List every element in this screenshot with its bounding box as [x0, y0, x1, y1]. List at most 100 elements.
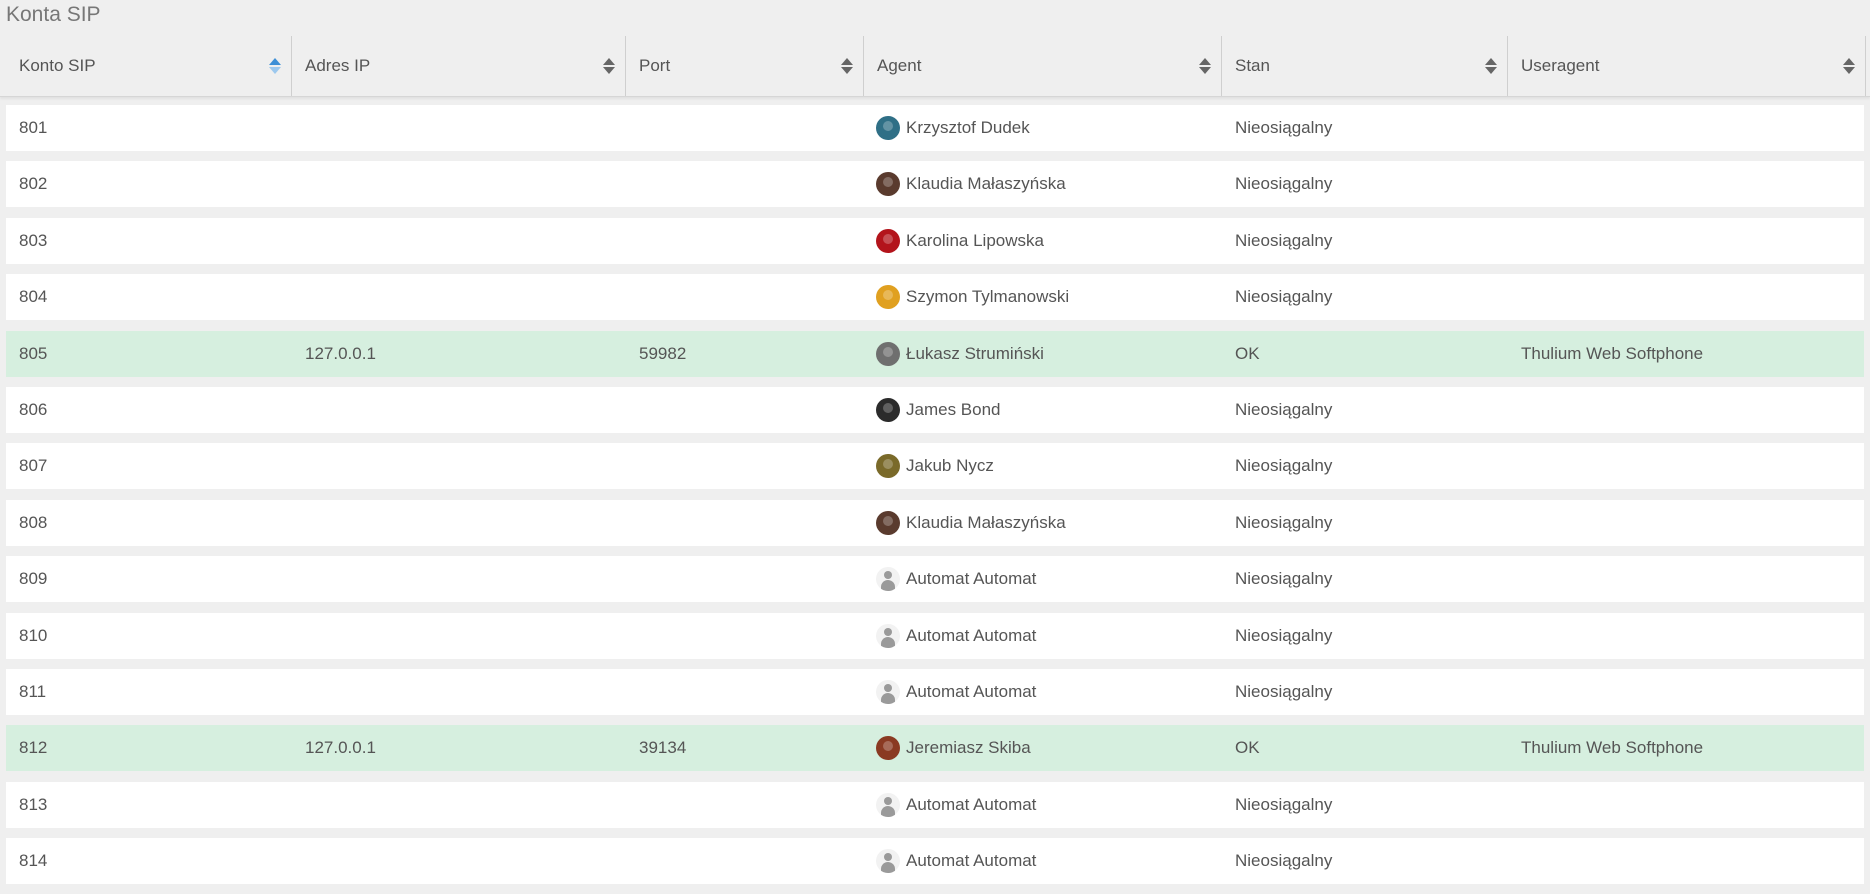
cell-state: Nieosiągalny — [1235, 625, 1333, 645]
cell-agent[interactable]: Automat Automat — [864, 623, 1222, 648]
table-row[interactable]: 808 Klaudia Małaszyńska Nieosiągalny — [6, 499, 1864, 546]
cell-useragent: Thulium Web Softphone — [1521, 343, 1704, 363]
cell-state: Nieosiągalny — [1235, 174, 1333, 194]
agent-name: Klaudia Małaszyńska — [906, 512, 1066, 532]
cell-agent[interactable]: Szymon Tylmanowski — [864, 285, 1222, 310]
page-title: Konta SIP — [6, 3, 101, 26]
cell-ip-address: 127.0.0.1 — [305, 738, 376, 758]
agent-name: Automat Automat — [906, 851, 1037, 871]
column-header-label: Stan — [1235, 56, 1270, 75]
cell-state: Nieosiągalny — [1235, 569, 1333, 589]
cell-account: 807 — [19, 456, 48, 476]
column-header-label: Port — [639, 56, 671, 75]
column-header-label: Useragent — [1521, 56, 1600, 75]
cell-account: 806 — [19, 399, 48, 419]
table-row[interactable]: 807 Jakub Nycz Nieosiągalny — [6, 443, 1864, 490]
avatar — [876, 736, 900, 761]
column-header-label: Konto SIP — [19, 56, 96, 75]
cell-account: 811 — [19, 681, 47, 701]
table-row[interactable]: 811 Automat Automat Nieosiągalny — [6, 668, 1864, 715]
cell-agent[interactable]: Jakub Nycz — [864, 454, 1222, 479]
table-row[interactable]: 803 Karolina Lipowska Nieosiągalny — [6, 217, 1864, 264]
cell-useragent: Thulium Web Softphone — [1521, 738, 1704, 758]
default-avatar-icon — [876, 679, 900, 704]
cell-agent[interactable]: Automat Automat — [864, 679, 1222, 704]
cell-account: 814 — [19, 851, 48, 871]
table-body: 801 Krzysztof Dudek Nieosiągalny 802 Klaudia… — [0, 105, 1870, 885]
agent-name: Automat Automat — [906, 569, 1037, 589]
table-row[interactable]: 801 Krzysztof Dudek Nieosiągalny — [6, 105, 1864, 151]
avatar — [876, 454, 900, 479]
cell-state: Nieosiągalny — [1235, 681, 1333, 701]
avatar — [876, 172, 900, 197]
table-header: Konto SIP Adres IP Port Agent Stan Usera… — [0, 36, 1870, 97]
column-header-agent[interactable]: Agent — [864, 36, 1222, 96]
cell-agent[interactable]: James Bond — [864, 397, 1222, 422]
table-row[interactable]: 812 127.0.0.1 39134 Jeremiasz Skiba OK Thuliu… — [6, 725, 1864, 772]
cell-state: Nieosiągalny — [1235, 512, 1333, 532]
table-row[interactable]: 806 James Bond Nieosiągalny — [6, 386, 1864, 433]
cell-account: 813 — [19, 794, 48, 814]
default-avatar-icon — [876, 849, 900, 874]
cell-agent[interactable]: Klaudia Małaszyńska — [864, 510, 1222, 535]
cell-state: OK — [1235, 343, 1260, 363]
agent-name: Automat Automat — [906, 625, 1037, 645]
default-avatar-icon — [876, 792, 900, 817]
cell-state: Nieosiągalny — [1235, 851, 1333, 871]
cell-ip-address: 127.0.0.1 — [305, 343, 376, 363]
cell-state: OK — [1235, 738, 1260, 758]
sort-icon[interactable] — [1485, 57, 1497, 75]
avatar — [876, 116, 900, 140]
cell-port: 59982 — [639, 343, 687, 363]
cell-account: 805 — [19, 343, 48, 363]
avatar — [876, 510, 900, 535]
cell-agent[interactable]: Klaudia Małaszyńska — [864, 172, 1222, 197]
sort-icon[interactable] — [841, 57, 853, 75]
cell-state: Nieosiągalny — [1235, 287, 1333, 307]
sort-icon[interactable] — [603, 57, 615, 75]
cell-agent[interactable]: Krzysztof Dudek — [864, 116, 1222, 140]
cell-agent[interactable]: Automat Automat — [864, 792, 1222, 817]
agent-name: Jeremiasz Skiba — [906, 738, 1031, 758]
agent-name: Automat Automat — [906, 794, 1037, 814]
agent-name: Szymon Tylmanowski — [906, 287, 1070, 307]
sort-icon[interactable] — [1199, 57, 1211, 75]
cell-account: 801 — [19, 118, 48, 137]
column-header-ip[interactable]: Adres IP — [292, 36, 626, 96]
cell-agent[interactable]: Automat Automat — [864, 849, 1222, 874]
agent-name: James Bond — [906, 399, 1001, 419]
cell-state: Nieosiągalny — [1235, 230, 1333, 250]
cell-account: 812 — [19, 738, 48, 758]
column-header-account[interactable]: Konto SIP — [6, 36, 292, 96]
cell-agent[interactable]: Karolina Lipowska — [864, 228, 1222, 253]
avatar — [876, 285, 900, 310]
table-row[interactable]: 802 Klaudia Małaszyńska Nieosiągalny — [6, 161, 1864, 208]
cell-port: 39134 — [639, 738, 687, 758]
agent-name: Klaudia Małaszyńska — [906, 174, 1066, 194]
cell-agent[interactable]: Łukasz Strumiński — [864, 341, 1222, 366]
column-header-port[interactable]: Port — [626, 36, 864, 96]
table-row[interactable]: 805 127.0.0.1 59982 Łukasz Strumiński OK Thul… — [6, 330, 1864, 377]
cell-state: Nieosiągalny — [1235, 118, 1333, 137]
table-row[interactable]: 809 Automat Automat Nieosiągalny — [6, 556, 1864, 603]
column-header-label: Agent — [877, 56, 922, 75]
agent-name: Automat Automat — [906, 681, 1037, 701]
cell-account: 803 — [19, 230, 48, 250]
sort-icon[interactable] — [1843, 57, 1855, 75]
table-row[interactable]: 810 Automat Automat Nieosiągalny — [6, 612, 1864, 659]
cell-account: 802 — [19, 174, 48, 194]
column-header-useragent[interactable]: Useragent — [1508, 36, 1866, 96]
cell-agent[interactable]: Jeremiasz Skiba — [864, 736, 1222, 761]
default-avatar-icon — [876, 623, 900, 648]
table-row[interactable]: 804 Szymon Tylmanowski Nieosiągalny — [6, 274, 1864, 321]
default-avatar-icon — [876, 567, 900, 592]
cell-account: 808 — [19, 512, 48, 532]
avatar — [876, 228, 900, 253]
cell-account: 810 — [19, 625, 48, 645]
table-row[interactable]: 814 Automat Automat Nieosiągalny — [6, 838, 1864, 885]
sort-active-icon[interactable] — [269, 57, 281, 75]
table-row[interactable]: 813 Automat Automat Nieosiągalny — [6, 781, 1864, 828]
cell-agent[interactable]: Automat Automat — [864, 567, 1222, 592]
agent-name: Krzysztof Dudek — [906, 118, 1030, 137]
column-header-state[interactable]: Stan — [1222, 36, 1508, 96]
